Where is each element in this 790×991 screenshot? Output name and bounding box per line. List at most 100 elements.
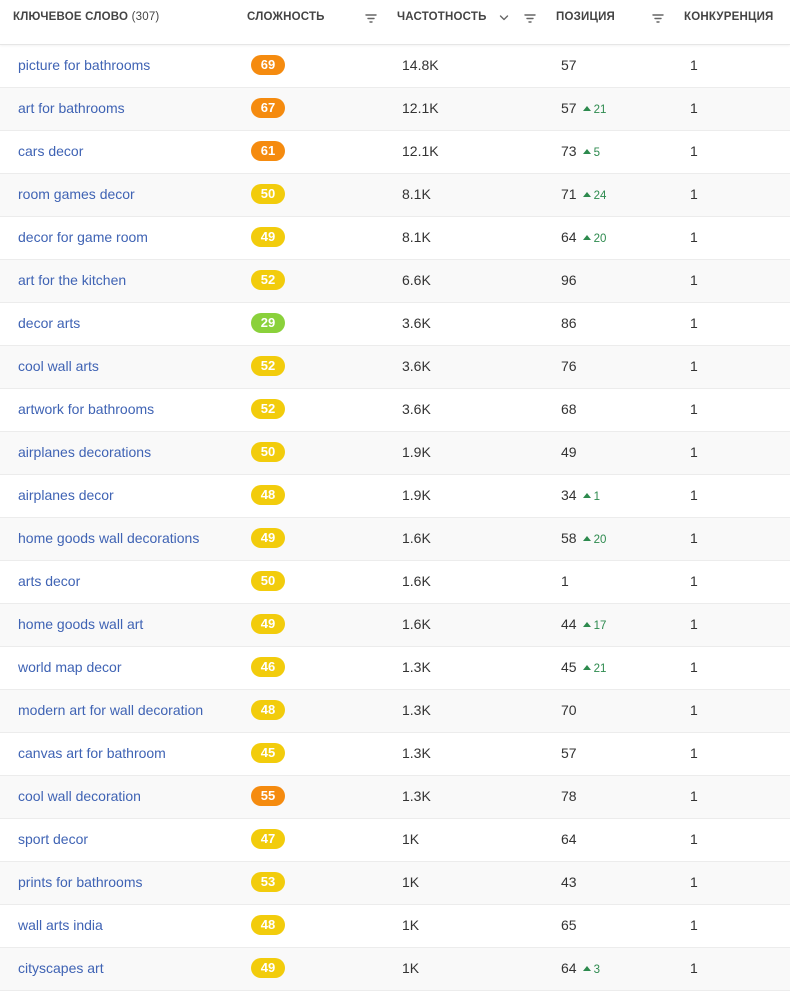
- frequency-value: 6.6K: [402, 272, 431, 288]
- keyword-link[interactable]: world map decor: [18, 659, 122, 675]
- difficulty-badge: 50: [251, 184, 285, 204]
- keywords-table: Ключевое слово (307) Сложность Частотнос…: [0, 0, 790, 991]
- keyword-link[interactable]: art for bathrooms: [18, 100, 125, 116]
- frequency-value: 3.6K: [402, 401, 431, 417]
- position-value: 64: [561, 831, 577, 847]
- keyword-column-header[interactable]: Ключевое слово (307): [13, 11, 159, 23]
- position-value: 57: [561, 745, 577, 761]
- table-row: airplanes decor 48 1.9K 34 1 1: [0, 475, 790, 518]
- sort-chevron-down-icon[interactable]: [497, 11, 511, 25]
- table-row: art for the kitchen 52 6.6K 96 1: [0, 260, 790, 303]
- arrow-up-icon: [582, 235, 591, 240]
- position-value: 49: [561, 444, 577, 460]
- position-change: 3: [582, 964, 600, 976]
- frequency-value: 1.9K: [402, 444, 431, 460]
- position-value: 65: [561, 917, 577, 933]
- position-cell: 64 20: [561, 229, 606, 245]
- keyword-header-label: Ключевое слово: [13, 11, 129, 23]
- frequency-value: 1.3K: [402, 659, 431, 675]
- table-body: picture for bathrooms 69 14.8K 57 1 art for b…: [0, 45, 790, 991]
- keyword-link[interactable]: decor for game room: [18, 229, 148, 245]
- arrow-up-icon: [582, 493, 591, 498]
- table-row: home goods wall art 49 1.6K 44 17 1: [0, 604, 790, 647]
- keyword-link[interactable]: canvas art for bathroom: [18, 745, 166, 761]
- keyword-link[interactable]: wall arts india: [18, 917, 103, 933]
- keyword-link[interactable]: cars decor: [18, 143, 83, 159]
- table-row: cityscapes art 49 1K 64 3 1: [0, 948, 790, 991]
- keyword-link[interactable]: cool wall arts: [18, 358, 99, 374]
- competition-value: 1: [690, 874, 698, 890]
- difficulty-badge: 46: [251, 657, 285, 677]
- frequency-value: 1.9K: [402, 487, 431, 503]
- frequency-value: 1K: [402, 831, 420, 847]
- keyword-link[interactable]: art for the kitchen: [18, 272, 126, 288]
- table-row: canvas art for bathroom 45 1.3K 57 1: [0, 733, 790, 776]
- keyword-link[interactable]: cityscapes art: [18, 960, 104, 976]
- position-cell: 64 3: [561, 960, 600, 976]
- frequency-column-header[interactable]: Частотность: [397, 11, 487, 23]
- table-row: prints for bathrooms 53 1K 43 1: [0, 862, 790, 905]
- keyword-link[interactable]: sport decor: [18, 831, 88, 847]
- position-change-value: 5: [593, 147, 600, 159]
- frequency-value: 3.6K: [402, 358, 431, 374]
- competition-value: 1: [690, 616, 698, 632]
- keyword-link[interactable]: prints for bathrooms: [18, 874, 143, 890]
- competition-value: 1: [690, 444, 698, 460]
- frequency-value: 12.1K: [402, 100, 439, 116]
- keyword-link[interactable]: airplanes decorations: [18, 444, 151, 460]
- table-row: cool wall arts 52 3.6K 76 1: [0, 346, 790, 389]
- keyword-link[interactable]: decor arts: [18, 315, 80, 331]
- difficulty-filter-icon[interactable]: [364, 11, 378, 25]
- table-row: modern art for wall decoration 48 1.3K 70 1: [0, 690, 790, 733]
- position-value: 64: [561, 229, 577, 245]
- position-cell: 44 17: [561, 616, 606, 632]
- table-row: artwork for bathrooms 52 3.6K 68 1: [0, 389, 790, 432]
- keyword-link[interactable]: airplanes decor: [18, 487, 114, 503]
- position-change: 24: [582, 190, 606, 202]
- position-cell: 49: [561, 444, 577, 460]
- position-change: 17: [582, 620, 606, 632]
- position-value: 64: [561, 960, 577, 976]
- position-change: 1: [582, 491, 600, 503]
- position-change: 20: [582, 534, 607, 546]
- frequency-value: 14.8K: [402, 57, 439, 73]
- position-change-value: 3: [593, 964, 600, 976]
- arrow-up-icon: [582, 536, 591, 541]
- position-cell: 57: [561, 745, 577, 761]
- keyword-link[interactable]: modern art for wall decoration: [18, 702, 203, 718]
- position-cell: 78: [561, 788, 577, 804]
- keyword-count: (307): [131, 11, 160, 23]
- position-cell: 45 21: [561, 659, 606, 675]
- difficulty-badge: 53: [251, 872, 285, 892]
- table-row: world map decor 46 1.3K 45 21 1: [0, 647, 790, 690]
- position-filter-icon[interactable]: [651, 11, 665, 25]
- position-change-value: 20: [593, 534, 607, 546]
- position-value: 34: [561, 487, 577, 503]
- competition-value: 1: [690, 315, 698, 331]
- arrow-up-icon: [582, 622, 591, 627]
- frequency-value: 1.3K: [402, 745, 431, 761]
- frequency-value: 1.3K: [402, 788, 431, 804]
- keyword-link[interactable]: home goods wall decorations: [18, 530, 199, 546]
- position-value: 58: [561, 530, 577, 546]
- position-cell: 57 21: [561, 100, 606, 116]
- keyword-link[interactable]: picture for bathrooms: [18, 57, 150, 73]
- frequency-value: 1.6K: [402, 530, 431, 546]
- difficulty-badge: 49: [251, 614, 285, 634]
- position-change: 5: [582, 147, 600, 159]
- position-cell: 96: [561, 272, 577, 288]
- position-cell: 43: [561, 874, 577, 890]
- difficulty-column-header[interactable]: Сложность: [247, 11, 325, 23]
- competition-column-header[interactable]: Конкуренция: [684, 11, 774, 23]
- position-cell: 34 1: [561, 487, 600, 503]
- keyword-link[interactable]: room games decor: [18, 186, 135, 202]
- keyword-link[interactable]: cool wall decoration: [18, 788, 141, 804]
- table-row: home goods wall decorations 49 1.6K 58 20 1: [0, 518, 790, 561]
- keyword-link[interactable]: arts decor: [18, 573, 80, 589]
- keyword-link[interactable]: artwork for bathrooms: [18, 401, 154, 417]
- frequency-value: 12.1K: [402, 143, 439, 159]
- position-column-header[interactable]: Позиция: [556, 11, 615, 23]
- frequency-filter-icon[interactable]: [523, 11, 537, 25]
- keyword-link[interactable]: home goods wall art: [18, 616, 143, 632]
- position-value: 86: [561, 315, 577, 331]
